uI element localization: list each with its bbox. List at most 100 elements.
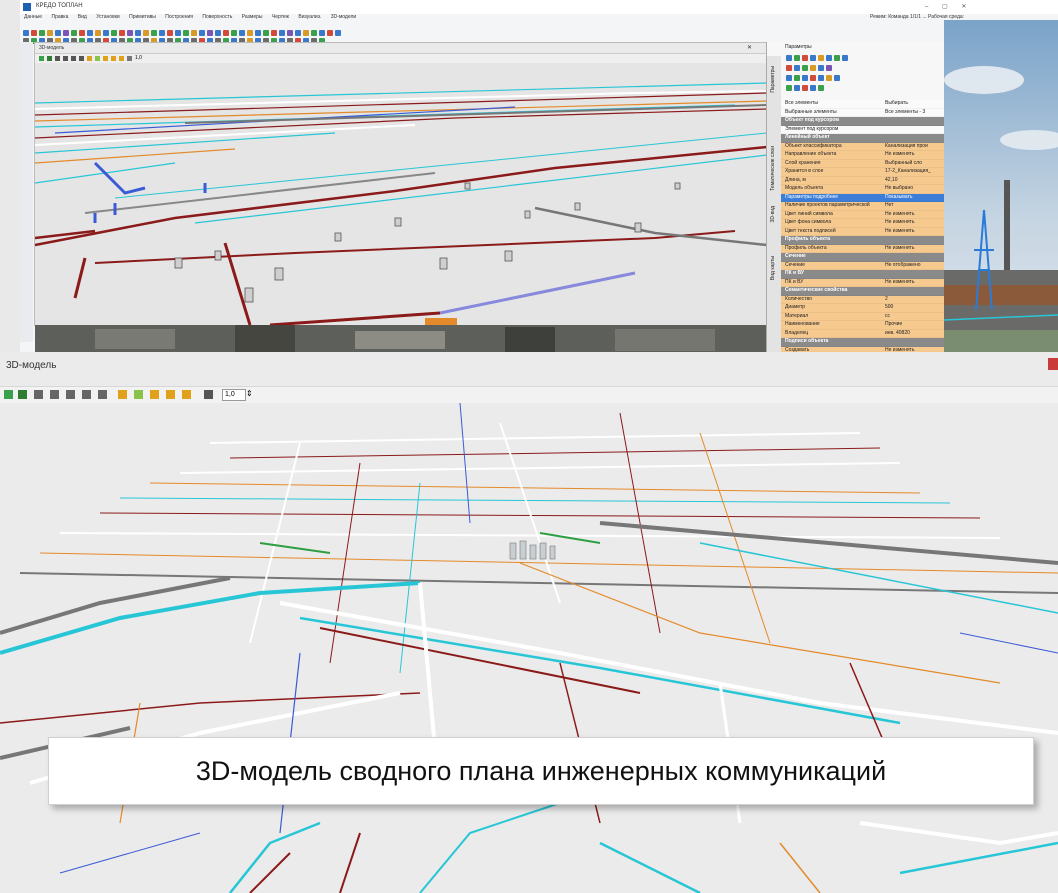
property-value[interactable] <box>885 287 945 295</box>
tool-icon[interactable] <box>810 85 816 91</box>
menu-item[interactable]: Примитивы <box>129 14 156 20</box>
zoom-field[interactable]: 1,0 <box>222 389 246 401</box>
tab-parameters[interactable]: Параметры <box>770 66 776 93</box>
zoom-icon[interactable] <box>127 56 132 61</box>
property-row[interactable]: Подписи объекта <box>781 338 945 347</box>
tab-map-view[interactable]: Вид карты <box>770 256 776 280</box>
property-row[interactable]: Цвет фона символа Не изменять <box>781 219 945 228</box>
property-row[interactable]: Сечение <box>781 253 945 262</box>
tool-icon[interactable] <box>786 55 792 61</box>
window-controls[interactable]: – ▢ ✕ <box>925 3 972 10</box>
tool-icon[interactable] <box>802 55 808 61</box>
property-value[interactable] <box>885 338 945 346</box>
tool-icon[interactable] <box>802 75 808 81</box>
property-value[interactable] <box>885 117 945 125</box>
property-row[interactable]: Профиль объекта <box>781 236 945 245</box>
property-row[interactable]: Материал сс <box>781 312 945 321</box>
property-value[interactable]: инв. 40820 <box>885 330 945 338</box>
property-row[interactable]: Цвет текста подписей Не изменять <box>781 227 945 236</box>
scale-icon[interactable] <box>63 56 68 61</box>
layer-icon[interactable] <box>87 56 92 61</box>
property-value[interactable]: Не изменять <box>885 219 945 227</box>
property-row[interactable]: Профиль объекта Не изменять <box>781 244 945 253</box>
property-value[interactable] <box>885 270 945 278</box>
property-row[interactable]: Семантические свойства <box>781 287 945 296</box>
rotate-icon[interactable] <box>39 56 44 61</box>
property-value[interactable]: Не изменять <box>885 151 945 159</box>
property-value[interactable]: Не изменять <box>885 211 945 219</box>
property-value[interactable]: Не изменять <box>885 279 945 287</box>
layer-icon[interactable] <box>150 390 159 399</box>
tool-icon[interactable] <box>818 65 824 71</box>
zoom-field[interactable]: 1,0 <box>135 55 142 61</box>
property-row[interactable]: Слой хранения Выбранный сло <box>781 159 945 168</box>
scale-x-icon[interactable] <box>50 390 59 399</box>
tool-icon[interactable] <box>818 55 824 61</box>
property-value[interactable]: 17-2_Канализация_ <box>885 168 945 176</box>
tool-icon[interactable] <box>794 55 800 61</box>
tool-icon[interactable] <box>794 75 800 81</box>
menu-item[interactable]: 3D-модели <box>331 14 356 20</box>
property-row[interactable]: Владелец инв. 40820 <box>781 329 945 338</box>
tool-icon[interactable] <box>818 75 824 81</box>
tool-icon[interactable] <box>810 55 816 61</box>
menu-item[interactable]: Вид <box>78 14 87 20</box>
layer-icon[interactable] <box>95 56 100 61</box>
tool-icon[interactable] <box>810 65 816 71</box>
tool-icon[interactable] <box>834 55 840 61</box>
property-row[interactable]: ПК и ВУ Не изменять <box>781 278 945 287</box>
property-row[interactable]: Элемент под курсором <box>781 125 945 134</box>
close-icon[interactable]: ✕ <box>747 44 752 51</box>
property-value[interactable]: 42,10 <box>885 177 945 185</box>
property-row[interactable]: Сечение Не отображено <box>781 261 945 270</box>
property-value[interactable]: Все элементы - 3 <box>885 109 945 117</box>
tool-icon[interactable] <box>810 75 816 81</box>
property-value[interactable]: Не изменять <box>885 245 945 253</box>
scale-z-icon[interactable] <box>82 390 91 399</box>
property-row[interactable]: Модель объекта Не выбрано <box>781 185 945 194</box>
property-row[interactable]: Диаметр 500 <box>781 304 945 313</box>
property-value[interactable]: 500 <box>885 304 945 312</box>
property-row[interactable]: Наименование Прочие <box>781 321 945 330</box>
tool-icon[interactable] <box>834 75 840 81</box>
property-row[interactable]: Все элементы Выбирать <box>781 100 945 109</box>
property-row[interactable]: Линейный объект <box>781 134 945 143</box>
property-value[interactable] <box>885 134 945 142</box>
tool-icon[interactable] <box>786 65 792 71</box>
property-value[interactable]: 2 <box>885 296 945 304</box>
zoom-icon[interactable] <box>204 390 213 399</box>
property-value[interactable]: Показывать <box>885 194 945 202</box>
scale-y-icon[interactable] <box>66 390 75 399</box>
scale-icon[interactable] <box>71 56 76 61</box>
layer-icon[interactable] <box>134 390 143 399</box>
menu-item[interactable]: Установки <box>96 14 120 20</box>
property-value[interactable] <box>885 236 945 244</box>
tool-icon[interactable] <box>786 85 792 91</box>
property-value[interactable]: Нет <box>885 202 945 210</box>
property-row[interactable]: Количество 2 <box>781 295 945 304</box>
menu-item[interactable]: Построения <box>165 14 193 20</box>
layer-icon[interactable] <box>103 56 108 61</box>
tool-icon[interactable] <box>842 55 848 61</box>
tool-icon[interactable] <box>826 75 832 81</box>
left-tool-strip[interactable] <box>20 42 33 342</box>
menu-item[interactable]: Размеры <box>242 14 263 20</box>
property-value[interactable] <box>885 126 945 134</box>
scale-icon[interactable] <box>79 56 84 61</box>
property-row[interactable]: Цвет линий символа Не изменять <box>781 210 945 219</box>
tool-icon[interactable] <box>826 55 832 61</box>
tool-icon[interactable] <box>786 75 792 81</box>
xyz-icon[interactable] <box>34 390 43 399</box>
property-row[interactable]: ПК и ВУ <box>781 270 945 279</box>
property-value[interactable]: Выбранный сло <box>885 160 945 168</box>
layer-icon[interactable] <box>182 390 191 399</box>
layer-icon[interactable] <box>111 56 116 61</box>
property-value[interactable]: Выбирать <box>885 100 945 108</box>
tool-icon[interactable] <box>802 65 808 71</box>
grid-icon[interactable] <box>47 56 52 61</box>
menu-item[interactable]: Поверхность <box>202 14 232 20</box>
tool-icon[interactable] <box>794 65 800 71</box>
main-3d-viewport[interactable] <box>0 403 1058 893</box>
tool-icon[interactable] <box>802 85 808 91</box>
property-row[interactable]: Выбранные элементы Все элементы - 3 <box>781 108 945 117</box>
